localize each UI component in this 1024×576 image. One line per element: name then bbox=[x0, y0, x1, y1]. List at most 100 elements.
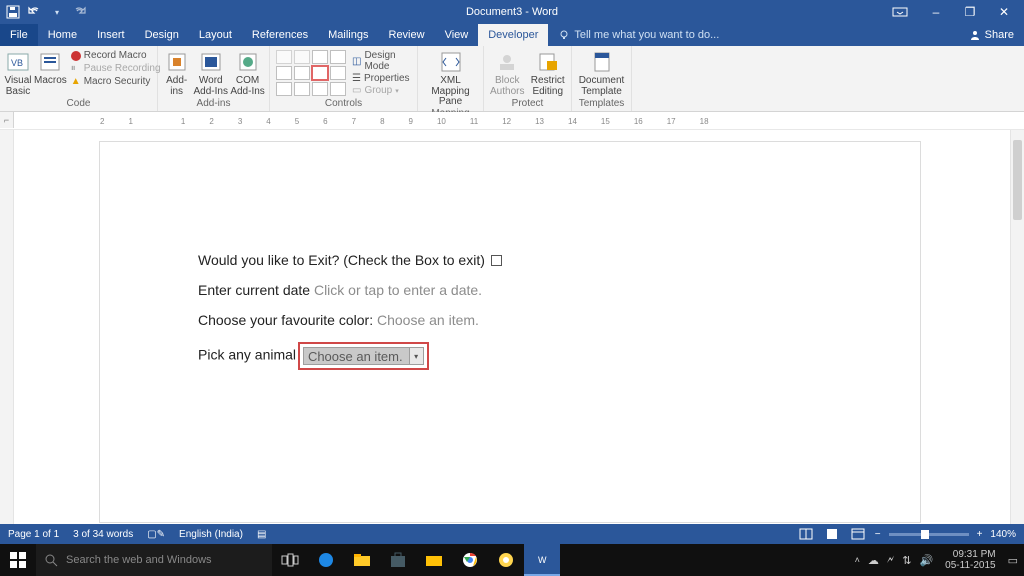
taskbar-clock[interactable]: 09:31 PM 05-11-2015 bbox=[941, 549, 999, 571]
notifications-icon[interactable]: ▭ bbox=[1008, 554, 1018, 567]
date-picker-control[interactable]: Click or tap to enter a date. bbox=[314, 282, 482, 298]
windows-taskbar: Search the web and Windows W ˄ ☁ 🗲 ⇅ 🔊 0… bbox=[0, 544, 1024, 576]
group-label-code: Code bbox=[0, 98, 157, 111]
tab-design[interactable]: Design bbox=[135, 24, 189, 46]
tab-mailings[interactable]: Mailings bbox=[318, 24, 378, 46]
tray-battery-icon[interactable]: 🗲 bbox=[887, 554, 894, 567]
status-language[interactable]: English (India) bbox=[179, 529, 243, 540]
quick-access-toolbar: ▾ bbox=[0, 5, 92, 19]
line-date[interactable]: Enter current date Click or tap to enter… bbox=[198, 282, 920, 298]
status-words[interactable]: 3 of 34 words bbox=[73, 529, 133, 540]
web-layout-icon[interactable] bbox=[849, 527, 867, 541]
zoom-out-button[interactable]: − bbox=[875, 529, 881, 540]
zoom-level[interactable]: 140% bbox=[990, 529, 1016, 540]
store-icon[interactable] bbox=[380, 544, 416, 576]
qat-dropdown-icon[interactable]: ▾ bbox=[50, 5, 64, 19]
document-area: Would you like to Exit? (Check the Box t… bbox=[0, 130, 1024, 524]
tell-me-placeholder: Tell me what you want to do... bbox=[574, 29, 719, 41]
chevron-down-icon[interactable]: ▾ bbox=[409, 348, 423, 364]
svg-text:W: W bbox=[538, 555, 547, 565]
record-macro-button[interactable]: Record Macro bbox=[71, 50, 161, 61]
group-controls: ◫Design Mode ☰Properties ▭Group ▾ Contro… bbox=[270, 46, 418, 111]
file-explorer-icon[interactable] bbox=[344, 544, 380, 576]
xml-mapping-button[interactable]: XML Mapping Pane bbox=[422, 48, 479, 108]
group-label-templates: Templates bbox=[572, 98, 631, 111]
status-bar: Page 1 of 1 3 of 34 words ▢✎ English (In… bbox=[0, 524, 1024, 544]
task-view-icon[interactable] bbox=[272, 544, 308, 576]
tab-references[interactable]: References bbox=[242, 24, 318, 46]
pause-recording-button: ⏸Pause Recording bbox=[71, 63, 161, 74]
tab-view[interactable]: View bbox=[435, 24, 479, 46]
zoom-slider-knob[interactable] bbox=[921, 530, 929, 539]
tab-developer[interactable]: Developer bbox=[478, 24, 548, 46]
document-page[interactable]: Would you like to Exit? (Check the Box t… bbox=[100, 142, 920, 522]
visual-basic-icon: VB bbox=[4, 50, 32, 74]
maximize-button[interactable]: ❐ bbox=[960, 5, 980, 19]
macro-security-button[interactable]: ▲Macro Security bbox=[71, 76, 161, 87]
addins-button[interactable]: Add- ins bbox=[162, 48, 191, 97]
design-mode-icon: ◫ bbox=[352, 56, 361, 67]
tray-chevron-up-icon[interactable]: ˄ bbox=[855, 555, 860, 565]
block-authors-icon bbox=[493, 50, 521, 74]
ribbon-options-icon[interactable] bbox=[892, 7, 912, 17]
design-mode-button[interactable]: ◫Design Mode bbox=[352, 50, 411, 72]
restrict-editing-icon bbox=[534, 50, 562, 74]
tab-layout[interactable]: Layout bbox=[189, 24, 242, 46]
combobox-control-icon[interactable] bbox=[312, 66, 328, 80]
read-mode-icon[interactable] bbox=[797, 527, 815, 541]
tab-insert[interactable]: Insert bbox=[87, 24, 135, 46]
clock-time: 09:31 PM bbox=[945, 549, 995, 560]
word-addins-button[interactable]: Word Add-Ins bbox=[193, 48, 228, 97]
checkbox-control[interactable] bbox=[491, 255, 502, 266]
tray-onedrive-icon[interactable]: ☁ bbox=[868, 554, 879, 567]
ruler-scale: 21123456789101112131415161718 bbox=[100, 114, 1024, 128]
close-button[interactable]: ✕ bbox=[994, 5, 1014, 19]
line-animal[interactable]: Pick any animal Choose an item. ▾ bbox=[198, 342, 920, 370]
dropdown-control-color[interactable]: Choose an item. bbox=[377, 312, 479, 328]
macros-button[interactable]: Macros bbox=[34, 48, 67, 87]
zoom-in-button[interactable]: + bbox=[977, 529, 983, 540]
tab-file[interactable]: File bbox=[0, 24, 38, 46]
vertical-ruler[interactable] bbox=[0, 130, 14, 524]
page-content[interactable]: Would you like to Exit? (Check the Box t… bbox=[100, 142, 920, 370]
com-addins-button[interactable]: COM Add-Ins bbox=[230, 48, 265, 97]
spellcheck-icon[interactable]: ▢✎ bbox=[147, 529, 165, 540]
addins-icon bbox=[163, 50, 191, 74]
folder-yellow-icon[interactable] bbox=[416, 544, 452, 576]
horizontal-ruler[interactable]: ⌐ 21123456789101112131415161718 bbox=[0, 112, 1024, 130]
restrict-editing-button[interactable]: Restrict Editing bbox=[529, 48, 568, 97]
block-authors-button: Block Authors bbox=[488, 48, 527, 97]
chrome-canary-icon[interactable] bbox=[488, 544, 524, 576]
chrome-icon[interactable] bbox=[452, 544, 488, 576]
start-button[interactable] bbox=[0, 544, 36, 576]
minimize-button[interactable]: – bbox=[926, 5, 946, 19]
word-taskbar-icon[interactable]: W bbox=[524, 544, 560, 576]
properties-button[interactable]: ☰Properties bbox=[352, 73, 411, 84]
redo-icon[interactable] bbox=[72, 5, 86, 19]
controls-gallery[interactable] bbox=[274, 48, 348, 98]
undo-icon[interactable] bbox=[28, 5, 42, 19]
taskbar-search[interactable]: Search the web and Windows bbox=[36, 544, 272, 576]
share-button[interactable]: Share bbox=[959, 24, 1024, 46]
tab-home[interactable]: Home bbox=[38, 24, 87, 46]
group-icon: ▭ bbox=[352, 85, 361, 96]
group-mapping: XML Mapping Pane Mapping bbox=[418, 46, 484, 111]
tab-review[interactable]: Review bbox=[379, 24, 435, 46]
macros-icon bbox=[36, 50, 64, 74]
document-template-button[interactable]: Document Template bbox=[576, 48, 627, 97]
zoom-slider[interactable] bbox=[889, 533, 969, 536]
tray-network-icon[interactable]: ⇅ bbox=[902, 554, 911, 567]
scrollbar-thumb[interactable] bbox=[1013, 140, 1022, 220]
tray-volume-icon[interactable]: 🔊 bbox=[919, 554, 933, 567]
line-exit[interactable]: Would you like to Exit? (Check the Box t… bbox=[198, 252, 920, 268]
line-color[interactable]: Choose your favourite color: Choose an i… bbox=[198, 312, 920, 328]
save-icon[interactable] bbox=[6, 5, 20, 19]
macro-record-status-icon[interactable]: ▤ bbox=[257, 529, 266, 540]
visual-basic-button[interactable]: VB Visual Basic bbox=[4, 48, 32, 97]
tell-me-search[interactable]: Tell me what you want to do... bbox=[548, 24, 729, 46]
status-page[interactable]: Page 1 of 1 bbox=[8, 529, 59, 540]
combobox-control-animal[interactable]: Choose an item. ▾ bbox=[303, 347, 424, 365]
edge-icon[interactable] bbox=[308, 544, 344, 576]
print-layout-icon[interactable] bbox=[823, 527, 841, 541]
vertical-scrollbar[interactable] bbox=[1010, 130, 1024, 524]
